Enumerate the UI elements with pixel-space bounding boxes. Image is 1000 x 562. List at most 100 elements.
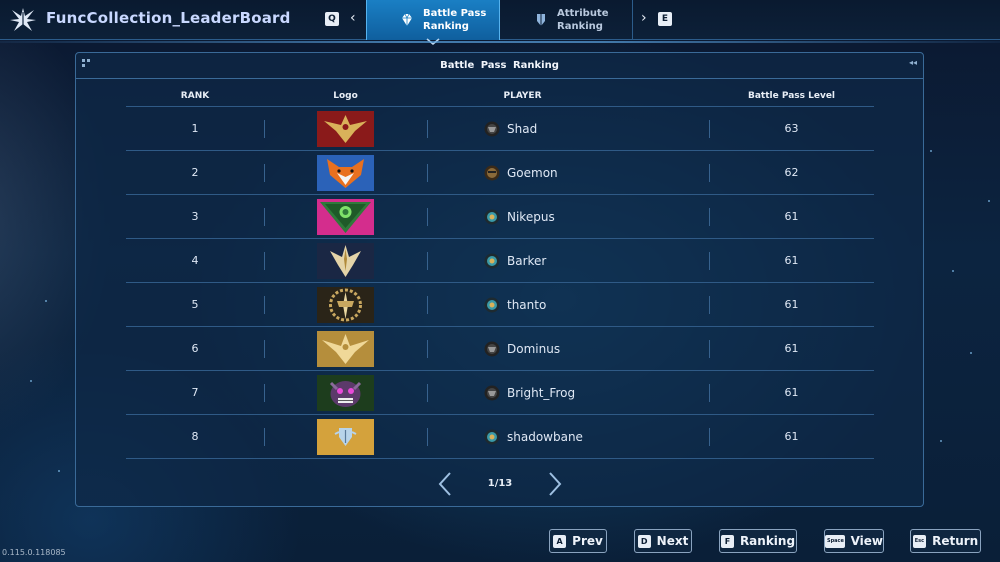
- teal-avatar-icon: [484, 297, 500, 312]
- player-cell: thanto: [427, 283, 709, 326]
- return-button[interactable]: Esc Return: [910, 529, 981, 553]
- level-cell: 61: [784, 210, 799, 223]
- tab-label-line2: Ranking: [557, 21, 603, 32]
- player-name: Barker: [507, 253, 547, 268]
- table-row[interactable]: 5 thanto 61: [126, 283, 874, 327]
- table-row[interactable]: 4 Barker 61: [126, 239, 874, 283]
- chevron-right-icon[interactable]: ›: [641, 11, 647, 25]
- logo-cell: [264, 239, 427, 282]
- prev-button[interactable]: A Prev: [549, 529, 607, 553]
- key-hint: Esc: [912, 534, 927, 548]
- button-label: Return: [932, 534, 979, 548]
- tab-label-line1: Battle Pass: [423, 8, 487, 19]
- gold-wings-emblem-gold-icon: [317, 330, 374, 367]
- next-tab-key[interactable]: E: [658, 12, 672, 26]
- chevron-left-icon[interactable]: [436, 471, 454, 497]
- player-name: thanto: [507, 297, 547, 312]
- rank-cell: 5: [191, 298, 199, 311]
- player-name: shadowbane: [507, 429, 583, 444]
- player-name: Dominus: [507, 341, 561, 356]
- diamond-icon: [402, 13, 412, 26]
- player-cell: Bright_Frog: [427, 371, 709, 414]
- app-title: FuncCollection_LeaderBoard: [46, 9, 291, 27]
- table-row[interactable]: 2 Goemon 62: [126, 151, 874, 195]
- shield-emblem-gold-icon: [317, 418, 374, 455]
- rank-cell: 6: [191, 342, 199, 355]
- level-cell: 61: [784, 386, 799, 399]
- button-label: Next: [656, 534, 689, 548]
- ranking-button[interactable]: F Ranking: [719, 529, 797, 553]
- level-cell: 62: [784, 166, 799, 179]
- ranking-table: RANK Logo PLAYER Battle Pass Level 1 Shad…: [126, 87, 874, 459]
- chevron-left-icon[interactable]: ‹: [350, 11, 356, 25]
- table-row[interactable]: 8 shadowbane 61: [126, 415, 874, 459]
- table-row[interactable]: 7 Bright_Frog 61: [126, 371, 874, 415]
- button-label: View: [850, 534, 883, 548]
- panel-title: Battle Pass Ranking: [440, 60, 559, 71]
- rank-cell: 1: [191, 122, 199, 135]
- dark-avatar-icon: [484, 385, 500, 400]
- player-cell: Shad: [427, 107, 709, 150]
- next-button[interactable]: D Next: [634, 529, 692, 553]
- rank-cell: 4: [191, 254, 199, 267]
- logo-cell: [264, 107, 427, 150]
- level-cell: 61: [784, 298, 799, 311]
- level-cell: 63: [784, 122, 799, 135]
- player-cell: Dominus: [427, 327, 709, 370]
- rank-cell: 2: [191, 166, 199, 179]
- teal-avatar-icon: [484, 429, 500, 444]
- player-name: Goemon: [507, 165, 558, 180]
- gold-crest-emblem-navy-icon: [317, 242, 374, 279]
- version-label: 0.115.0.118085: [2, 548, 66, 557]
- table-row[interactable]: 3 Nikepus 61: [126, 195, 874, 239]
- table-header: RANK Logo PLAYER Battle Pass Level: [126, 87, 874, 107]
- table-row[interactable]: 1 Shad 63: [126, 107, 874, 151]
- active-tab-caret-icon: [426, 38, 440, 46]
- player-cell: Goemon: [427, 151, 709, 194]
- logo-cell: [264, 283, 427, 326]
- player-name: Bright_Frog: [507, 385, 576, 400]
- level-cell: 61: [784, 342, 799, 355]
- button-label: Ranking: [739, 534, 796, 548]
- button-label: Prev: [572, 534, 603, 548]
- panel-header: Battle Pass Ranking ◂◂: [76, 53, 923, 79]
- gold-wings-emblem-red-icon: [317, 110, 374, 147]
- tab-battle-pass-ranking[interactable]: Battle Pass Ranking: [366, 0, 500, 40]
- logo-cell: [264, 415, 427, 458]
- logo-cell: [264, 371, 427, 414]
- bronze-avatar-icon: [484, 165, 500, 180]
- laurel-crown-emblem-dark-icon: [317, 286, 374, 323]
- header-logo: Logo: [333, 91, 358, 101]
- level-cell: 61: [784, 430, 799, 443]
- player-cell: shadowbane: [427, 415, 709, 458]
- chevron-right-icon[interactable]: [546, 471, 564, 497]
- header-player: PLAYER: [503, 91, 542, 101]
- key-hint: A: [553, 534, 567, 548]
- logo-cell: [264, 151, 427, 194]
- rank-cell: 3: [191, 210, 199, 223]
- fox-emblem-blue-icon: [317, 154, 374, 191]
- player-cell: Barker: [427, 239, 709, 282]
- teal-avatar-icon: [484, 253, 500, 268]
- tab-attribute-ranking[interactable]: Attribute Ranking: [501, 0, 633, 40]
- header-level: Battle Pass Level: [747, 91, 836, 101]
- key-hint: F: [720, 534, 734, 548]
- demon-face-emblem-green-icon: [317, 374, 374, 411]
- shield-badge-icon: [537, 14, 545, 26]
- rank-cell: 8: [191, 430, 199, 443]
- table-body: 1 Shad 63 2 Goemon 62 3 Nikepus 61 4 Barker 61 5 than…: [126, 107, 874, 459]
- tab-label-line1: Attribute: [557, 8, 609, 19]
- view-button[interactable]: Space View: [824, 529, 884, 553]
- table-row[interactable]: 6 Dominus 61: [126, 327, 874, 371]
- page-indicator: 1/13: [487, 478, 513, 489]
- prev-tab-key[interactable]: Q: [325, 12, 339, 26]
- logo-cell: [264, 195, 427, 238]
- dark-avatar-icon: [484, 121, 500, 136]
- top-bar: FuncCollection_LeaderBoard Q ‹ Battle Pa…: [0, 0, 1000, 46]
- app-logo-icon: [10, 8, 36, 32]
- teal-avatar-icon: [484, 209, 500, 224]
- header-rank: RANK: [180, 91, 210, 101]
- player-cell: Nikepus: [427, 195, 709, 238]
- player-name: Nikepus: [507, 209, 555, 224]
- dark-avatar-icon: [484, 341, 500, 356]
